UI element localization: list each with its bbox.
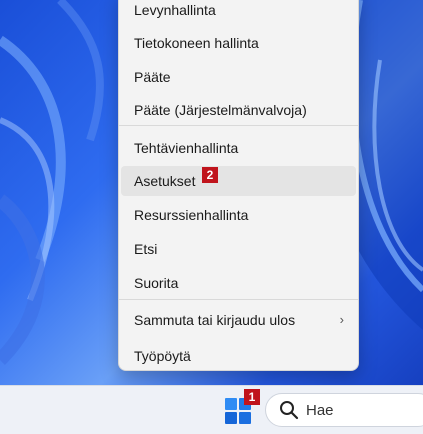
start-context-menu: Levynhallinta Tietokoneen hallinta Pääte… [118, 0, 359, 371]
menu-separator [119, 125, 358, 126]
menu-item-run[interactable]: Suorita [121, 268, 356, 298]
taskbar-search-box[interactable]: Hae [265, 393, 423, 427]
menu-item-disk-management[interactable]: Levynhallinta [121, 0, 356, 25]
menu-item-label: Suorita [134, 275, 179, 291]
chevron-right-icon: › [339, 312, 344, 327]
menu-separator [119, 299, 358, 300]
menu-item-label: Etsi [134, 241, 158, 257]
menu-item-settings[interactable]: Asetukset [121, 166, 356, 196]
menu-item-label: Tehtävienhallinta [134, 140, 239, 156]
menu-item-terminal-admin[interactable]: Pääte (Järjestelmänvalvoja) [121, 95, 356, 125]
menu-item-task-manager[interactable]: Tehtävienhallinta [121, 133, 356, 163]
annotation-badge-1: 1 [244, 389, 260, 405]
menu-item-label: Resurssienhallinta [134, 207, 249, 223]
search-placeholder: Hae [306, 401, 334, 419]
menu-item-shutdown-signout[interactable]: Sammuta tai kirjaudu ulos › [121, 305, 356, 335]
menu-item-computer-management[interactable]: Tietokoneen hallinta [121, 28, 356, 58]
menu-item-label: Työpöytä [134, 348, 191, 364]
menu-item-label: Asetukset [134, 173, 196, 189]
menu-item-terminal[interactable]: Pääte [121, 62, 356, 92]
menu-item-label: Tietokoneen hallinta [134, 35, 259, 51]
menu-item-file-explorer[interactable]: Resurssienhallinta [121, 200, 356, 230]
menu-item-desktop[interactable]: Työpöytä [121, 341, 356, 371]
menu-item-search[interactable]: Etsi [121, 234, 356, 264]
annotation-badge-2: 2 [202, 167, 218, 183]
menu-item-label: Pääte (Järjestelmänvalvoja) [134, 102, 307, 118]
menu-item-label: Pääte [134, 69, 171, 85]
menu-item-label: Sammuta tai kirjaudu ulos [134, 312, 296, 328]
menu-item-label: Levynhallinta [134, 2, 216, 18]
search-icon [278, 399, 300, 421]
